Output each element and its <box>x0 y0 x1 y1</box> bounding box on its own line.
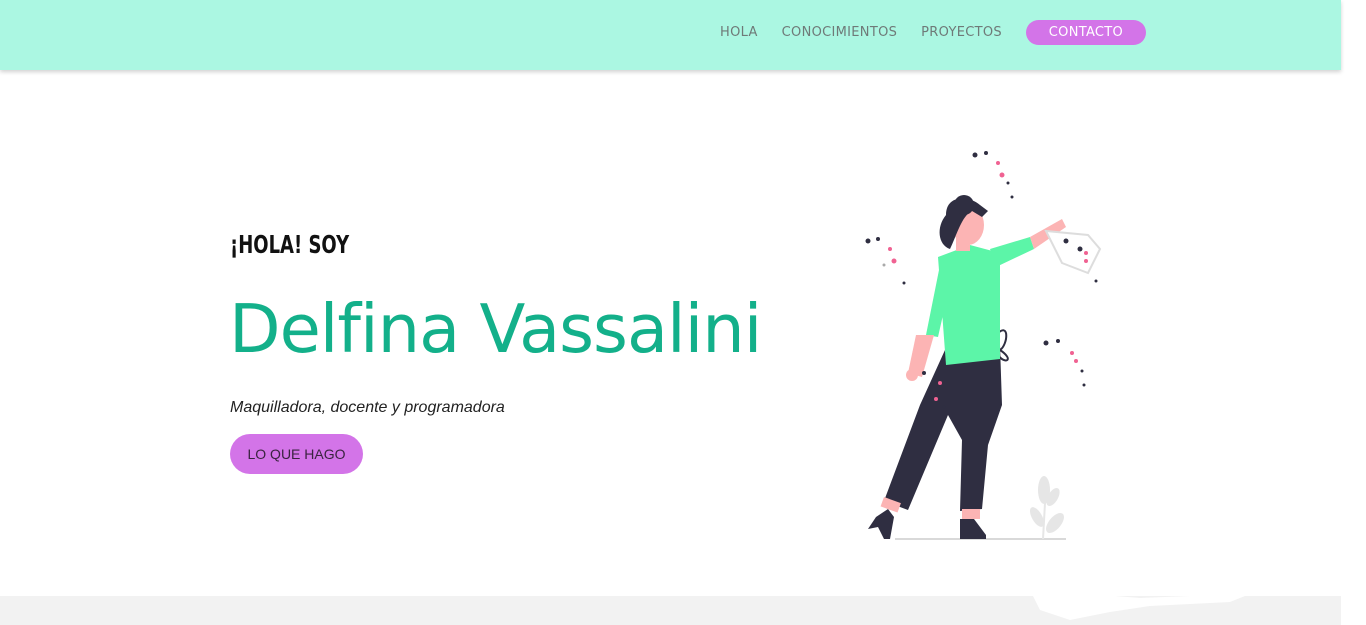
nav-link-conocimientos[interactable]: CONOCIMIENTOS <box>770 20 910 45</box>
nav-links: HOLA CONOCIMIENTOS PROYECTOS CONTACTO <box>708 20 1146 45</box>
shirt <box>938 245 1000 365</box>
pants <box>884 345 1002 511</box>
page: HOLA CONOCIMIENTOS PROYECTOS CONTACTO ¡H… <box>0 0 1366 625</box>
hero-kicker: ¡HOLA! SOY <box>230 230 350 259</box>
raised-sleeve <box>990 237 1034 267</box>
left-shoe <box>868 509 894 539</box>
plant-icon <box>1030 476 1064 540</box>
nav-link-proyectos[interactable]: PROYECTOS <box>909 20 1014 45</box>
hero-name: Delfina Vassalini <box>229 290 762 368</box>
decorative-brush-stroke <box>1030 588 1250 620</box>
nav-contact-button[interactable]: CONTACTO <box>1025 20 1146 45</box>
top-navbar: HOLA CONOCIMIENTOS PROYECTOS CONTACTO <box>0 0 1341 70</box>
right-shoe <box>960 519 986 539</box>
napkin-icon <box>1044 229 1102 275</box>
nav-link-hola[interactable]: HOLA <box>708 20 770 45</box>
hero-subtitle: Maquilladora, docente y programadora <box>230 399 505 416</box>
woman-throwing-confetti-illustration <box>865 151 1102 540</box>
scrollbar-gutter <box>1341 0 1366 625</box>
lo-que-hago-button[interactable]: LO QUE HAGO <box>230 434 363 474</box>
